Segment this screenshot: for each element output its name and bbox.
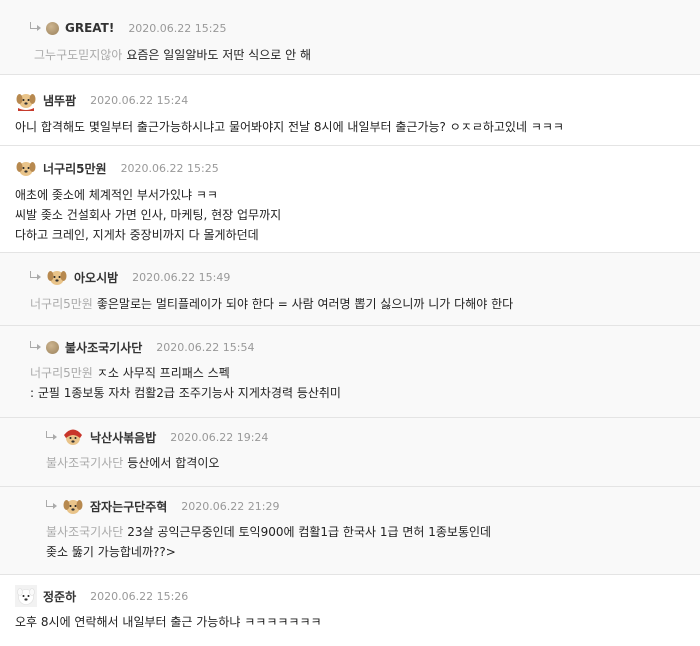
comment-text: 요즘은 일일알바도 저딴 식으로 안 해 xyxy=(126,48,312,62)
comment: 정준하 2020.06.22 15:26 오후 8시에 연락해서 내일부터 출근… xyxy=(0,574,700,646)
comment-text: 오후 8시에 연락해서 내일부터 출근 가능하냐 ㅋㅋㅋㅋㅋㅋㅋ xyxy=(15,615,322,629)
comment-text: ㅈ소 사무직 프리패스 스펙 xyxy=(96,366,230,380)
comment-text: 다하고 크레인, 지게차 중장비까지 다 몰게하던데 xyxy=(15,228,259,242)
comment-reply: 낙산사볶음밥 2020.06.22 19:24 불사조국기사단 등산에서 합격이오 xyxy=(0,417,700,486)
comment-date: 2020.06.22 15:49 xyxy=(132,270,231,284)
comment-body: 너구리5만원 ㅈ소 사무직 프리패스 스펙 : 군필 1종보통 자차 컴활2급 조… xyxy=(30,363,341,403)
comment-author[interactable]: 냄뚜팜 xyxy=(43,92,76,109)
white-dog-avatar-icon xyxy=(15,585,37,607)
comment-body: 오후 8시에 연락해서 내일부터 출근 가능하냐 ㅋㅋㅋㅋㅋㅋㅋ xyxy=(15,612,322,632)
dog-avatar-icon xyxy=(46,266,68,288)
comment-text: : 군필 1종보통 자차 컴활2급 조주기능사 지게차경력 등산취미 xyxy=(30,386,341,400)
reply-arrow-icon xyxy=(28,22,42,34)
comment-body: 너구리5만원 좋은말로는 멀티플레이가 되야 한다 = 사람 여러명 뽑기 싫으니… xyxy=(30,294,513,314)
reply-arrow-icon xyxy=(28,271,42,283)
mention[interactable]: 너구리5만원 xyxy=(30,297,93,311)
comment-reply: 불사조국기사단 2020.06.22 15:54 너구리5만원 ㅈ소 사무직 프리… xyxy=(0,325,700,417)
dog-avatar-icon xyxy=(62,426,84,448)
mention[interactable]: 그누구도믿지않아 xyxy=(34,48,122,62)
comment-author[interactable]: 아오시밤 xyxy=(74,269,118,286)
comment-date: 2020.06.22 15:26 xyxy=(90,589,189,603)
comment-text: 애초에 좆소에 체계적인 부서가있냐 ㅋㅋ xyxy=(15,188,218,202)
comment-body: 불사조국기사단 등산에서 합격이오 xyxy=(46,453,219,473)
comment-text: 23살 공익근무중인데 토익900에 컴활1급 한국사 1급 면허 1종보통인데 xyxy=(127,525,492,539)
comment-text: 등산에서 합격이오 xyxy=(127,456,220,470)
comment-reply: GREAT! 2020.06.22 15:25 그누구도믿지않아 요즘은 일일알바… xyxy=(0,0,700,74)
comment-text: 아니 합격해도 몇일부터 출근가능하시냐고 물어봐야지 전날 8시에 내일부터 … xyxy=(15,120,564,134)
comment-text: 좋은말로는 멀티플레이가 되야 한다 = 사람 여러명 뽑기 싫으니까 니가 다… xyxy=(96,297,514,311)
comment-author[interactable]: 잠자는구단주혁 xyxy=(90,498,167,515)
comment-body: 불사조국기사단 23살 공익근무중인데 토익900에 컴활1급 한국사 1급 면허… xyxy=(46,522,491,562)
dog-avatar-icon xyxy=(62,495,84,517)
comment-author[interactable]: GREAT! xyxy=(65,21,114,35)
comment: 냄뚜팜 2020.06.22 15:24 아니 합격해도 몇일부터 출근가능하시… xyxy=(0,74,700,145)
comment-text: 좆소 뚫기 가능합네까??> xyxy=(46,545,176,559)
dog-avatar-icon xyxy=(15,157,37,179)
comment-author[interactable]: 낙산사볶음밥 xyxy=(90,429,156,446)
comment-author[interactable]: 너구리5만원 xyxy=(43,160,107,177)
reply-arrow-icon xyxy=(28,341,42,353)
comment-reply: 아오시밤 2020.06.22 15:49 너구리5만원 좋은말로는 멀티플레이가… xyxy=(0,252,700,325)
reply-arrow-icon xyxy=(44,431,58,443)
comment-body: 그누구도믿지않아 요즘은 일일알바도 저딴 식으로 안 해 xyxy=(34,45,311,65)
comment-date: 2020.06.22 19:24 xyxy=(170,430,269,444)
comment-body: 아니 합격해도 몇일부터 출근가능하시냐고 물어봐야지 전날 8시에 내일부터 … xyxy=(15,117,564,137)
mention[interactable]: 불사조국기사단 xyxy=(46,525,123,539)
comment-body: 애초에 좆소에 체계적인 부서가있냐 ㅋㅋ 씨발 좆소 건설회사 가면 인사, … xyxy=(15,185,281,245)
comment-date: 2020.06.22 21:29 xyxy=(181,499,280,513)
comment-date: 2020.06.22 15:24 xyxy=(90,93,189,107)
dog-avatar-icon xyxy=(15,89,37,111)
comment: 너구리5만원 2020.06.22 15:25 애초에 좆소에 체계적인 부서가… xyxy=(0,145,700,252)
reply-arrow-icon xyxy=(44,500,58,512)
default-avatar-icon xyxy=(46,340,59,354)
comment-reply: 잠자는구단주혁 2020.06.22 21:29 불사조국기사단 23살 공익근무… xyxy=(0,486,700,574)
comment-text: 씨발 좆소 건설회사 가면 인사, 마케팅, 현장 업무까지 xyxy=(15,208,282,222)
comment-author[interactable]: 불사조국기사단 xyxy=(65,339,142,356)
comment-date: 2020.06.22 15:54 xyxy=(156,340,255,354)
mention[interactable]: 너구리5만원 xyxy=(30,366,93,380)
comment-date: 2020.06.22 15:25 xyxy=(120,161,219,175)
comment-author[interactable]: 정준하 xyxy=(43,588,76,605)
default-avatar-icon xyxy=(46,21,59,35)
mention[interactable]: 불사조국기사단 xyxy=(46,456,123,470)
comment-date: 2020.06.22 15:25 xyxy=(128,21,227,35)
